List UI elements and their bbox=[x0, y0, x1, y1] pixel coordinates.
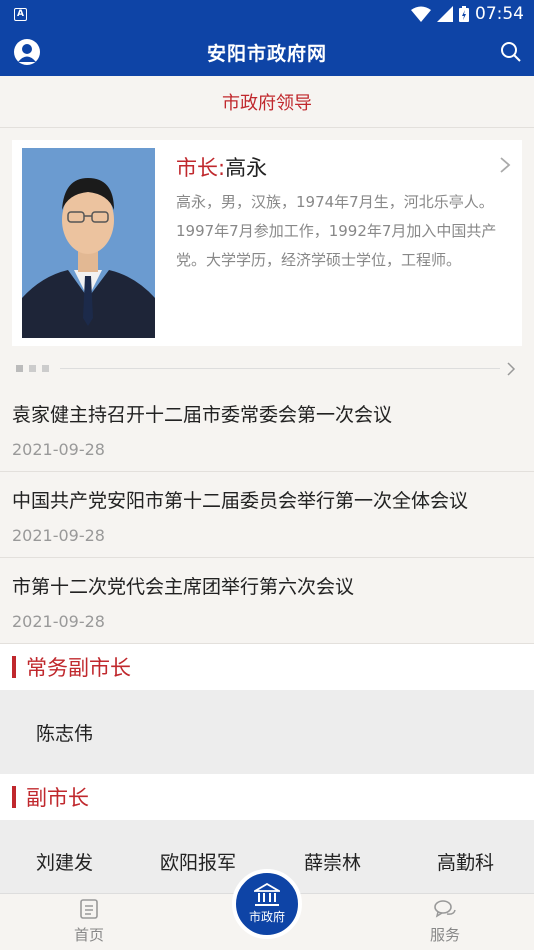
status-time: 07:54 bbox=[475, 4, 524, 24]
leader-bio: 高永，男，汉族，1974年7月生，河北乐亭人。1997年7月参加工作，1992年… bbox=[176, 193, 497, 269]
app-title: 安阳市政府网 bbox=[206, 42, 327, 65]
carousel-pager bbox=[14, 362, 520, 376]
leader-heading: 市长:高永 bbox=[176, 152, 267, 182]
news-title: 市第十二次党代会主席团举行第六次会议 bbox=[12, 576, 355, 598]
news-item[interactable]: 市第十二次党代会主席团举行第六次会议 2021-09-28 bbox=[0, 558, 534, 644]
pager-dot[interactable] bbox=[29, 365, 36, 372]
app-bar: 安阳市政府网 bbox=[0, 28, 534, 76]
executive-vice-mayor-heading: 常务副市长 bbox=[0, 644, 534, 690]
status-bar: A 07:54 bbox=[0, 0, 534, 28]
person-name[interactable]: 陈志伟 bbox=[36, 719, 93, 746]
news-list: 袁家健主持召开十二届市委常委会第一次会议 2021-09-28 中国共产党安阳市… bbox=[0, 386, 534, 644]
executive-vice-mayor-list: 陈志伟 bbox=[0, 690, 534, 774]
news-item[interactable]: 中国共产党安阳市第十二届委员会举行第一次全体会议 2021-09-28 bbox=[0, 472, 534, 558]
leader-name: 高永 bbox=[225, 156, 268, 180]
chevron-right-icon[interactable] bbox=[506, 362, 516, 376]
section-title: 市政府领导 bbox=[0, 76, 534, 128]
person-name[interactable]: 欧阳报军 bbox=[160, 848, 236, 875]
government-building-icon bbox=[254, 883, 280, 906]
news-date: 2021-09-28 bbox=[12, 612, 105, 631]
pager-divider bbox=[60, 368, 500, 369]
pager-dot[interactable] bbox=[42, 365, 49, 372]
heading-label: 常务副市长 bbox=[26, 656, 131, 680]
tab-label: 首页 bbox=[73, 926, 104, 944]
status-left: A bbox=[14, 7, 27, 21]
tab-service[interactable]: 服务 bbox=[400, 898, 490, 948]
status-right: 07:54 bbox=[411, 4, 524, 24]
leader-card[interactable]: 市长:高永 高永，男，汉族，1974年7月生，河北乐亭人。1997年7月参加工作… bbox=[12, 140, 522, 346]
person-name[interactable]: 薛崇林 bbox=[304, 848, 361, 875]
vice-mayor-heading: 副市长 bbox=[0, 774, 534, 820]
pager-dot[interactable] bbox=[16, 365, 23, 372]
heading-accent-bar bbox=[12, 656, 16, 678]
leader-role: 市长: bbox=[176, 156, 226, 180]
heading-label: 副市长 bbox=[26, 786, 89, 810]
tab-home[interactable]: 首页 bbox=[44, 898, 134, 948]
person-name[interactable]: 高勤科 bbox=[437, 848, 494, 875]
tab-label: 服务 bbox=[429, 926, 460, 944]
person-name[interactable]: 刘建发 bbox=[36, 848, 93, 875]
heading-accent-bar bbox=[12, 786, 16, 808]
chat-bubbles-icon bbox=[434, 900, 456, 918]
signal-icon bbox=[437, 6, 453, 22]
news-item[interactable]: 袁家健主持召开十二届市委常委会第一次会议 2021-09-28 bbox=[0, 386, 534, 472]
news-date: 2021-09-28 bbox=[12, 526, 105, 545]
battery-icon bbox=[459, 6, 469, 22]
search-icon[interactable] bbox=[500, 41, 522, 63]
user-profile-icon[interactable] bbox=[14, 39, 40, 65]
news-title: 中国共产党安阳市第十二届委员会举行第一次全体会议 bbox=[12, 490, 469, 512]
news-title: 袁家健主持召开十二届市委常委会第一次会议 bbox=[12, 404, 393, 426]
leader-photo bbox=[22, 148, 155, 338]
app-notification-icon: A bbox=[14, 7, 27, 21]
document-icon bbox=[80, 899, 98, 919]
chevron-right-icon[interactable] bbox=[498, 156, 512, 174]
news-date: 2021-09-28 bbox=[12, 440, 105, 459]
tab-label: 市政府 bbox=[248, 910, 285, 924]
wifi-icon bbox=[411, 6, 431, 22]
tab-city-government[interactable]: 市政府 bbox=[232, 869, 302, 939]
